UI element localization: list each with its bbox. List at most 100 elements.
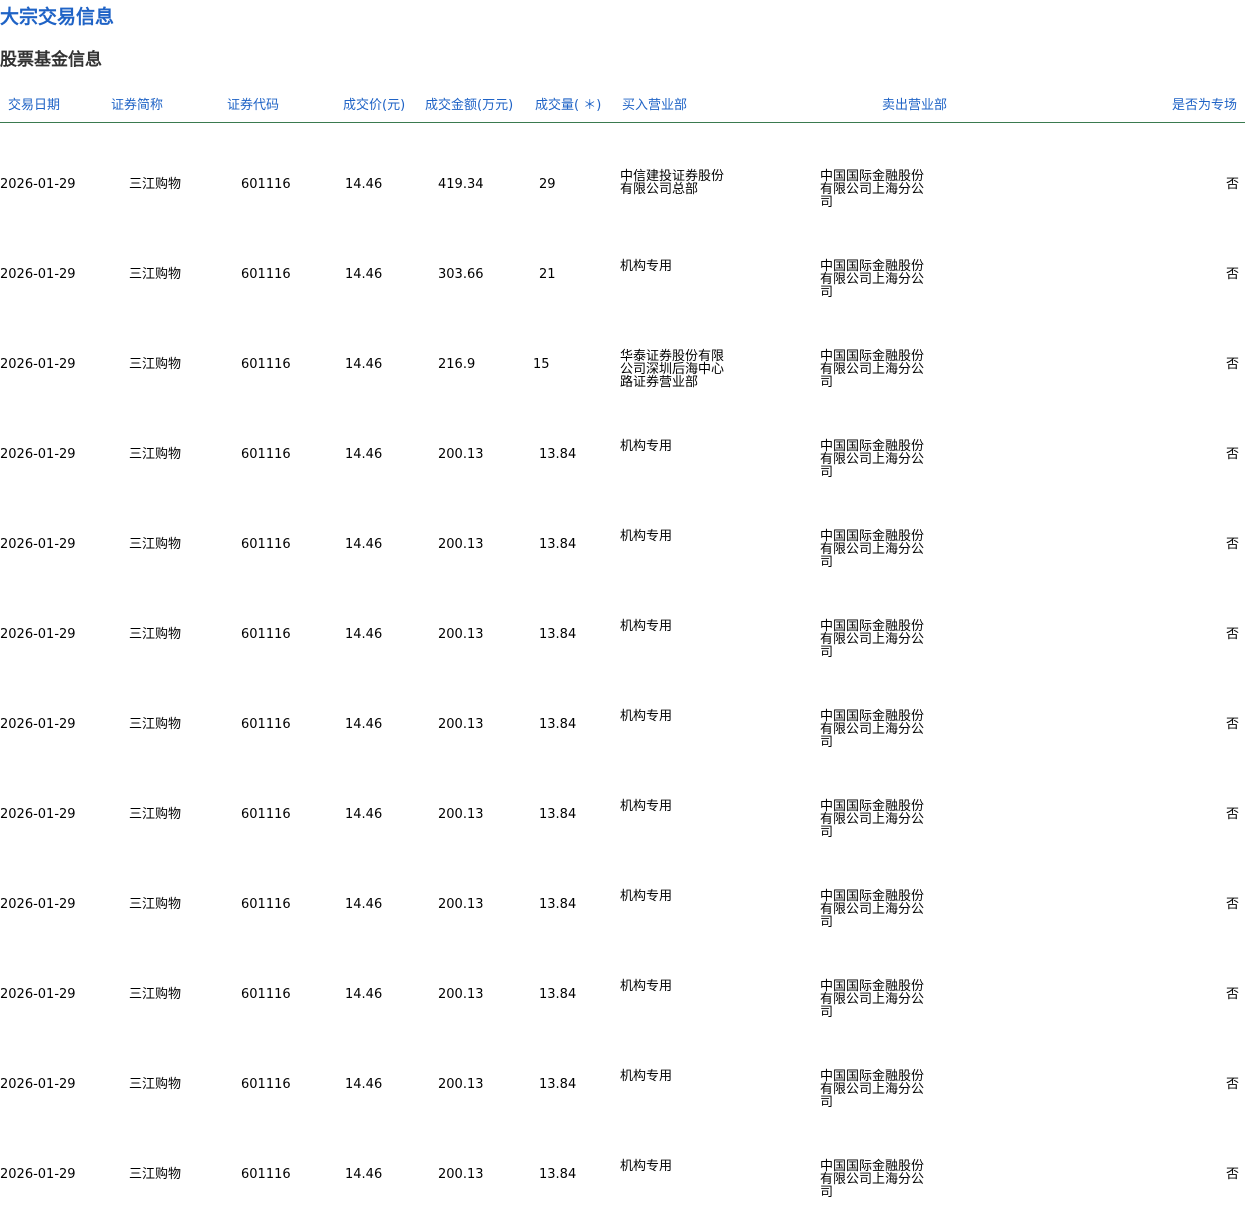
cell-buyer-branch: 机构专用	[620, 529, 673, 544]
cell-security-name: 三江购物	[129, 717, 182, 732]
header-security-name[interactable]: 证券简称	[111, 98, 163, 114]
cell-trade-date: 2026-01-29	[0, 627, 76, 642]
cell-security-name: 三江购物	[129, 1167, 182, 1182]
header-price[interactable]: 成交价(元)	[343, 98, 405, 114]
table-row: 2026-01-29 三江购物 601116 14.46 200.13 13.84 机构专用…	[0, 774, 1245, 864]
table-row: 2026-01-29 三江购物 601116 14.46 200.13 13.84 机构专用…	[0, 864, 1245, 954]
cell-buyer-branch: 机构专用	[620, 979, 673, 994]
cell-seller-branch: 中国国际金融股份有限公司上海分公司	[820, 979, 925, 1020]
cell-price: 14.46	[345, 357, 383, 372]
cell-trade-date: 2026-01-29	[0, 267, 76, 282]
cell-price: 14.46	[345, 807, 383, 822]
cell-volume: 21	[539, 267, 556, 282]
cell-security-name: 三江购物	[129, 177, 182, 192]
header-security-code[interactable]: 证券代码	[227, 98, 279, 114]
cell-special-session: 否	[1225, 807, 1239, 822]
cell-price: 14.46	[345, 447, 383, 462]
table-row: 2026-01-29 三江购物 601116 14.46 216.9 15 华泰证券股份有限…	[0, 324, 1245, 414]
table-body: 2026-01-29 三江购物 601116 14.46 419.34 29 中信建投证券股…	[0, 144, 1245, 1224]
cell-amount: 303.66	[438, 267, 484, 282]
cell-trade-date: 2026-01-29	[0, 717, 76, 732]
header-volume[interactable]: 成交量( ＊)	[535, 98, 601, 114]
cell-amount: 216.9	[438, 357, 476, 372]
header-amount[interactable]: 成交金额(万元)	[425, 98, 513, 114]
cell-seller-branch: 中国国际金融股份有限公司上海分公司	[820, 799, 925, 840]
cell-special-session: 否	[1225, 987, 1239, 1002]
cell-amount: 200.13	[438, 1077, 484, 1092]
cell-amount: 200.13	[438, 807, 484, 822]
table-row: 2026-01-29 三江购物 601116 14.46 200.13 13.84 机构专用…	[0, 684, 1245, 774]
cell-trade-date: 2026-01-29	[0, 537, 76, 552]
cell-trade-date: 2026-01-29	[0, 1167, 76, 1182]
cell-volume: 13.84	[539, 717, 577, 732]
cell-price: 14.46	[345, 267, 383, 282]
header-buyer-branch[interactable]: 买入营业部	[622, 98, 687, 114]
cell-buyer-branch: 机构专用	[620, 709, 673, 724]
cell-buyer-branch: 机构专用	[620, 439, 673, 454]
table-row: 2026-01-29 三江购物 601116 14.46 419.34 29 中信建投证券股…	[0, 144, 1245, 234]
table-row: 2026-01-29 三江购物 601116 14.46 303.66 21 机构专用 中国国…	[0, 234, 1245, 324]
cell-security-name: 三江购物	[129, 807, 182, 822]
cell-special-session: 否	[1225, 1167, 1239, 1182]
cell-seller-branch: 中国国际金融股份有限公司上海分公司	[820, 529, 925, 570]
header-seller-branch[interactable]: 卖出营业部	[882, 98, 947, 114]
cell-amount: 419.34	[438, 177, 484, 192]
cell-trade-date: 2026-01-29	[0, 987, 76, 1002]
cell-special-session: 否	[1225, 897, 1239, 912]
cell-buyer-branch: 机构专用	[620, 259, 673, 274]
cell-security-code: 601116	[241, 1077, 291, 1092]
cell-security-name: 三江购物	[129, 627, 182, 642]
cell-volume: 13.84	[539, 627, 577, 642]
cell-trade-date: 2026-01-29	[0, 177, 76, 192]
cell-seller-branch: 中国国际金融股份有限公司上海分公司	[820, 169, 925, 210]
section-title: 股票基金信息	[0, 50, 102, 70]
cell-security-code: 601116	[241, 987, 291, 1002]
cell-amount: 200.13	[438, 897, 484, 912]
cell-trade-date: 2026-01-29	[0, 897, 76, 912]
cell-security-code: 601116	[241, 1167, 291, 1182]
cell-special-session: 否	[1225, 267, 1239, 282]
header-special-session[interactable]: 是否为专场	[1172, 98, 1237, 114]
cell-price: 14.46	[345, 627, 383, 642]
cell-volume: 13.84	[539, 537, 577, 552]
cell-security-name: 三江购物	[129, 357, 182, 372]
cell-security-name: 三江购物	[129, 537, 182, 552]
cell-buyer-branch: 机构专用	[620, 619, 673, 634]
cell-seller-branch: 中国国际金融股份有限公司上海分公司	[820, 349, 925, 390]
cell-seller-branch: 中国国际金融股份有限公司上海分公司	[820, 709, 925, 750]
cell-volume: 13.84	[539, 897, 577, 912]
cell-buyer-branch: 中信建投证券股份有限公司总部	[620, 169, 725, 197]
cell-amount: 200.13	[438, 717, 484, 732]
cell-security-name: 三江购物	[129, 1077, 182, 1092]
cell-volume: 13.84	[539, 807, 577, 822]
cell-special-session: 否	[1225, 447, 1239, 462]
cell-trade-date: 2026-01-29	[0, 807, 76, 822]
cell-seller-branch: 中国国际金融股份有限公司上海分公司	[820, 1159, 925, 1200]
cell-security-code: 601116	[241, 627, 291, 642]
cell-amount: 200.13	[438, 627, 484, 642]
cell-seller-branch: 中国国际金融股份有限公司上海分公司	[820, 439, 925, 480]
cell-volume: 29	[539, 177, 556, 192]
cell-seller-branch: 中国国际金融股份有限公司上海分公司	[820, 1069, 925, 1110]
cell-price: 14.46	[345, 987, 383, 1002]
table-row: 2026-01-29 三江购物 601116 14.46 200.13 13.84 机构专用…	[0, 954, 1245, 1044]
cell-special-session: 否	[1225, 1077, 1239, 1092]
cell-seller-branch: 中国国际金融股份有限公司上海分公司	[820, 259, 925, 300]
cell-amount: 200.13	[438, 987, 484, 1002]
cell-security-code: 601116	[241, 537, 291, 552]
cell-volume: 13.84	[539, 987, 577, 1002]
cell-security-name: 三江购物	[129, 447, 182, 462]
cell-price: 14.46	[345, 1077, 383, 1092]
cell-special-session: 否	[1225, 177, 1239, 192]
cell-special-session: 否	[1225, 627, 1239, 642]
cell-buyer-branch: 机构专用	[620, 799, 673, 814]
table-header: 交易日期 证券简称 证券代码 成交价(元) 成交金额(万元) 成交量( ＊) 买…	[0, 94, 1245, 123]
cell-seller-branch: 中国国际金融股份有限公司上海分公司	[820, 889, 925, 930]
cell-price: 14.46	[345, 897, 383, 912]
cell-security-name: 三江购物	[129, 897, 182, 912]
cell-security-code: 601116	[241, 807, 291, 822]
header-trade-date[interactable]: 交易日期	[8, 98, 60, 114]
cell-trade-date: 2026-01-29	[0, 447, 76, 462]
cell-price: 14.46	[345, 177, 383, 192]
table-row: 2026-01-29 三江购物 601116 14.46 200.13 13.84 机构专用…	[0, 1134, 1245, 1224]
